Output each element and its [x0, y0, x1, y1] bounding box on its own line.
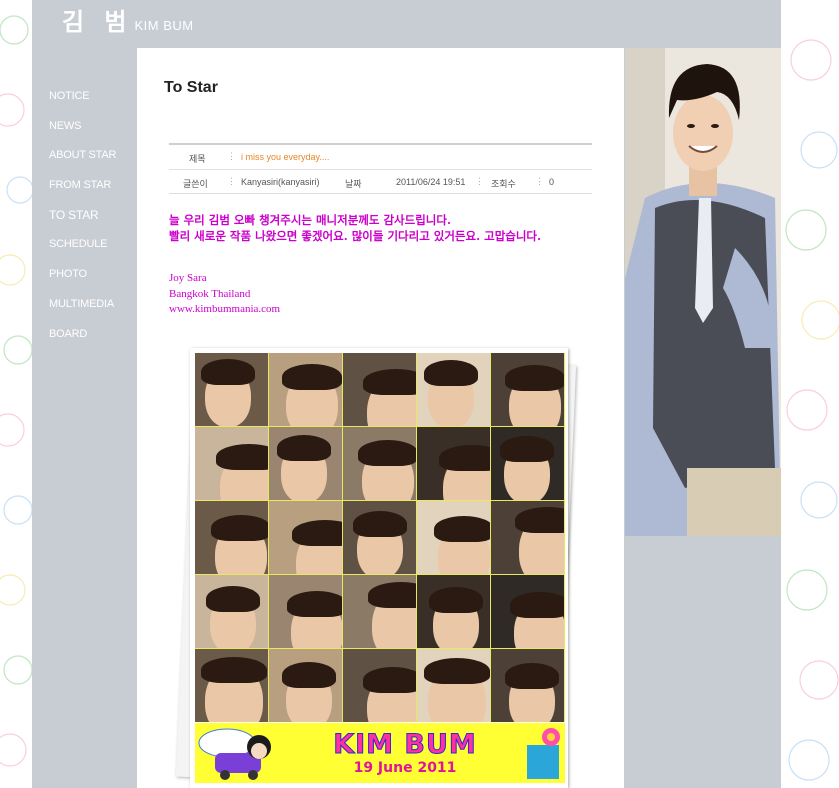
hair-shape: [216, 444, 268, 470]
nav-item-board[interactable]: BOARD: [49, 326, 149, 356]
collage-banner: KIM BUM 19 June 2011: [195, 723, 565, 783]
site-logo[interactable]: 김 범 KIM BUM: [62, 2, 194, 36]
hair-shape: [211, 515, 268, 541]
post-message: 늘 우리 김범 오빠 챙겨주시는 매니저분께도 감사드립니다. 빨리 새로운 작…: [169, 212, 594, 244]
nav-item-from-star[interactable]: FROM STAR: [49, 177, 149, 207]
hair-shape: [206, 586, 260, 612]
nav-item-notice[interactable]: NOTICE: [49, 88, 149, 118]
kim-bum-profile-photo: [625, 48, 781, 536]
collage-photo-tile: [343, 575, 416, 648]
banner-title: KIM BUM: [333, 729, 477, 761]
hair-shape: [505, 663, 559, 689]
hair-shape: [363, 369, 416, 395]
nav-item-to-star[interactable]: TO STAR: [49, 207, 149, 237]
collage-photo-tile: [195, 501, 268, 574]
banner-date: 19 June 2011: [353, 760, 457, 776]
hair-shape: [505, 365, 564, 391]
collage-photo-tile: [343, 501, 416, 574]
collage-photo-tile: [417, 575, 490, 648]
background-pattern-right: [781, 0, 839, 788]
post-views: 0: [549, 177, 555, 187]
collage-photo-tile: [491, 575, 564, 648]
post-message-line: 늘 우리 김범 오빠 챙겨주시는 매니저분께도 감사드립니다.: [169, 213, 451, 227]
column-separator: ⋮: [227, 176, 236, 186]
hair-shape: [515, 507, 564, 533]
hair-shape: [439, 445, 490, 471]
collage-photo-tile: [195, 353, 268, 426]
collage-photo-tile: [417, 353, 490, 426]
post-subject-row: 제목 ⋮ i miss you everyday....: [169, 145, 592, 169]
logo-english-text: KIM BUM: [134, 18, 194, 33]
post-date: 2011/06/24 19:51: [396, 177, 466, 187]
collage-photo-tile: [269, 501, 342, 574]
hair-shape: [287, 591, 342, 617]
post-message-line: 빨리 새로운 작품 나왔으면 좋겠어요. 많이들 기다리고 있거든요. 고맙습니…: [169, 229, 542, 243]
nav-item-news[interactable]: NEWS: [49, 118, 149, 148]
hair-shape: [277, 435, 331, 461]
author-label: 글쓴이: [183, 179, 208, 189]
collage-photo-grid: [195, 353, 565, 722]
collage-photo-tile: [269, 353, 342, 426]
hair-shape: [292, 520, 342, 546]
nav-item-about-star[interactable]: ABOUT STAR: [49, 147, 149, 177]
hair-shape: [282, 364, 342, 390]
nav-item-multimedia[interactable]: MULTIMEDIA: [49, 296, 149, 326]
collage-photo-tile: [343, 353, 416, 426]
collage-paper: KIM BUM 19 June 2011: [190, 348, 568, 788]
hair-shape: [510, 592, 564, 618]
hair-shape: [358, 440, 416, 466]
hair-shape: [201, 657, 267, 683]
post-subject: i miss you everyday....: [241, 152, 330, 162]
site-container: 김 범 KIM BUM NOTICE NEWS ABOUT STAR FROM …: [32, 0, 781, 788]
hair-shape: [424, 658, 490, 684]
main-nav: NOTICE NEWS ABOUT STAR FROM STAR TO STAR…: [49, 88, 149, 355]
page-title: To Star: [164, 79, 218, 96]
collage-photo-tile: [195, 427, 268, 500]
collage-photo-tile: [491, 501, 564, 574]
collage-photo-tile: [417, 501, 490, 574]
collage-photo-tile: [343, 427, 416, 500]
hair-shape: [353, 511, 407, 537]
column-separator: ⋮: [535, 176, 544, 186]
signature-url: www.kimbummania.com: [169, 303, 281, 315]
collage-photo-tile: [269, 575, 342, 648]
logo-korean-text: 김 범: [62, 8, 133, 36]
date-label: 날짜: [345, 179, 362, 189]
collage-photo-tile: [417, 649, 490, 722]
subject-label: 제목: [189, 154, 206, 164]
signature-place: Bangkok Thailand: [169, 287, 251, 300]
flower-logo-image: [527, 728, 560, 779]
collage-photo-tile: [491, 649, 564, 722]
hair-shape: [424, 360, 478, 386]
hair-shape: [201, 359, 255, 385]
hair-shape: [434, 516, 490, 542]
hair-shape: [429, 587, 483, 613]
content-panel: To Star 제목 ⋮ i miss you everyday.... 글쓴이…: [137, 48, 624, 788]
column-separator: ⋮: [227, 151, 236, 161]
post-author[interactable]: Kanyasiri(kanyasiri): [241, 177, 320, 187]
post-header-table: 제목 ⋮ i miss you everyday.... 글쓴이 ⋮ Kanya…: [169, 143, 592, 194]
views-label: 조회수: [491, 179, 516, 189]
collage-photo-tile: [195, 649, 268, 722]
post-signature: Joy Sara Bangkok Thailand www.kimbummani…: [169, 271, 280, 318]
hair-shape: [368, 582, 416, 608]
background-pattern-left: [0, 0, 32, 788]
fan-collage-image: KIM BUM 19 June 2011: [175, 343, 577, 788]
collage-photo-tile: [269, 427, 342, 500]
hair-shape: [500, 436, 554, 462]
signature-name: Joy Sara: [169, 272, 207, 284]
post-meta-row: 글쓴이 ⋮ Kanyasiri(kanyasiri) 날짜 2011/06/24…: [169, 169, 592, 193]
collage-photo-tile: [195, 575, 268, 648]
hair-shape: [363, 667, 416, 693]
cartoon-sticker-image: [198, 728, 271, 780]
collage-photo-tile: [417, 427, 490, 500]
collage-photo-tile: [343, 649, 416, 722]
collage-photo-tile: [491, 353, 564, 426]
hair-shape: [282, 662, 336, 688]
nav-item-photo[interactable]: PHOTO: [49, 266, 149, 296]
collage-photo-tile: [269, 649, 342, 722]
column-separator: ⋮: [475, 176, 484, 186]
nav-item-schedule[interactable]: SCHEDULE: [49, 236, 149, 266]
collage-photo-tile: [491, 427, 564, 500]
